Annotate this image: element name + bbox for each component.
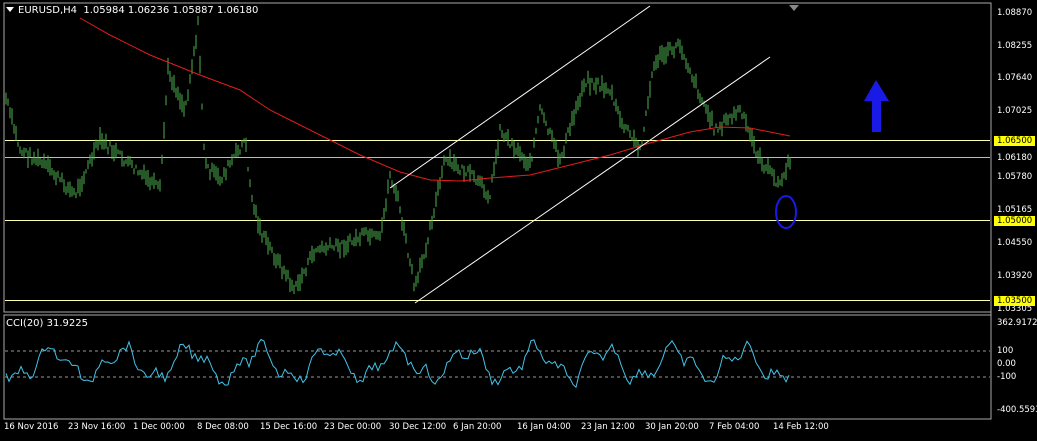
ohlc-values: 1.05984 1.06236 1.05887 1.06180 — [83, 5, 259, 16]
time-axis-label: 23 Nov 16:00 — [68, 422, 126, 432]
cci-axis-label: -100 — [997, 372, 1017, 382]
time-axis-label: 6 Jan 20:00 — [453, 422, 502, 432]
price-axis-label: 1.05165 — [997, 205, 1033, 216]
time-axis-label: 30 Jan 20:00 — [645, 422, 699, 432]
cci-axis-label: 362.9172 — [997, 318, 1037, 328]
time-axis-label: 7 Feb 04:00 — [709, 422, 760, 432]
price-axis-label: 1.03305 — [997, 304, 1033, 314]
time-axis-label: 15 Dec 16:00 — [260, 422, 318, 432]
price-axis-label: 1.05780 — [997, 172, 1033, 183]
time-axis-label: 23 Jan 12:00 — [581, 422, 635, 432]
price-axis-label: 1.03920 — [997, 271, 1033, 282]
symbol-label: EURUSD,H4 — [18, 5, 78, 16]
chart-header: EURUSD,H4 1.05984 1.06236 1.05887 1.0618… — [6, 5, 258, 16]
price-axis-label: 1.08870 — [997, 8, 1033, 18]
level-price-tag: 1.06500 — [994, 135, 1036, 146]
chart-canvas[interactable] — [0, 0, 1037, 441]
price-axis-label: 1.04550 — [997, 237, 1033, 248]
level-price-tag: 1.05000 — [994, 215, 1036, 226]
price-axis-label: 1.07640 — [997, 73, 1033, 84]
time-axis-label: 30 Dec 12:00 — [389, 422, 447, 432]
cci-axis-label: -400.5593 — [997, 405, 1037, 415]
cci-indicator-label: CCI(20) 31.9225 — [6, 318, 88, 329]
time-axis-label: 1 Dec 00:00 — [133, 422, 185, 432]
time-axis-label: 16 Jan 04:00 — [517, 422, 571, 432]
cci-axis-label: 100 — [997, 346, 1014, 356]
time-axis-label: 8 Dec 08:00 — [197, 422, 249, 432]
menu-triangle-icon[interactable] — [6, 7, 14, 12]
price-axis-label: 1.07025 — [997, 106, 1033, 117]
time-axis-label: 16 Nov 2016 — [4, 422, 59, 432]
current-price-tag: 1.06180 — [994, 152, 1036, 163]
time-axis-label: 14 Feb 12:00 — [773, 422, 829, 432]
price-axis-label: 1.08255 — [997, 40, 1033, 51]
time-axis-label: 23 Dec 00:00 — [324, 422, 382, 432]
level-price-tag: 1.03500 — [994, 295, 1036, 306]
cci-axis-label: 0.00 — [997, 359, 1016, 369]
